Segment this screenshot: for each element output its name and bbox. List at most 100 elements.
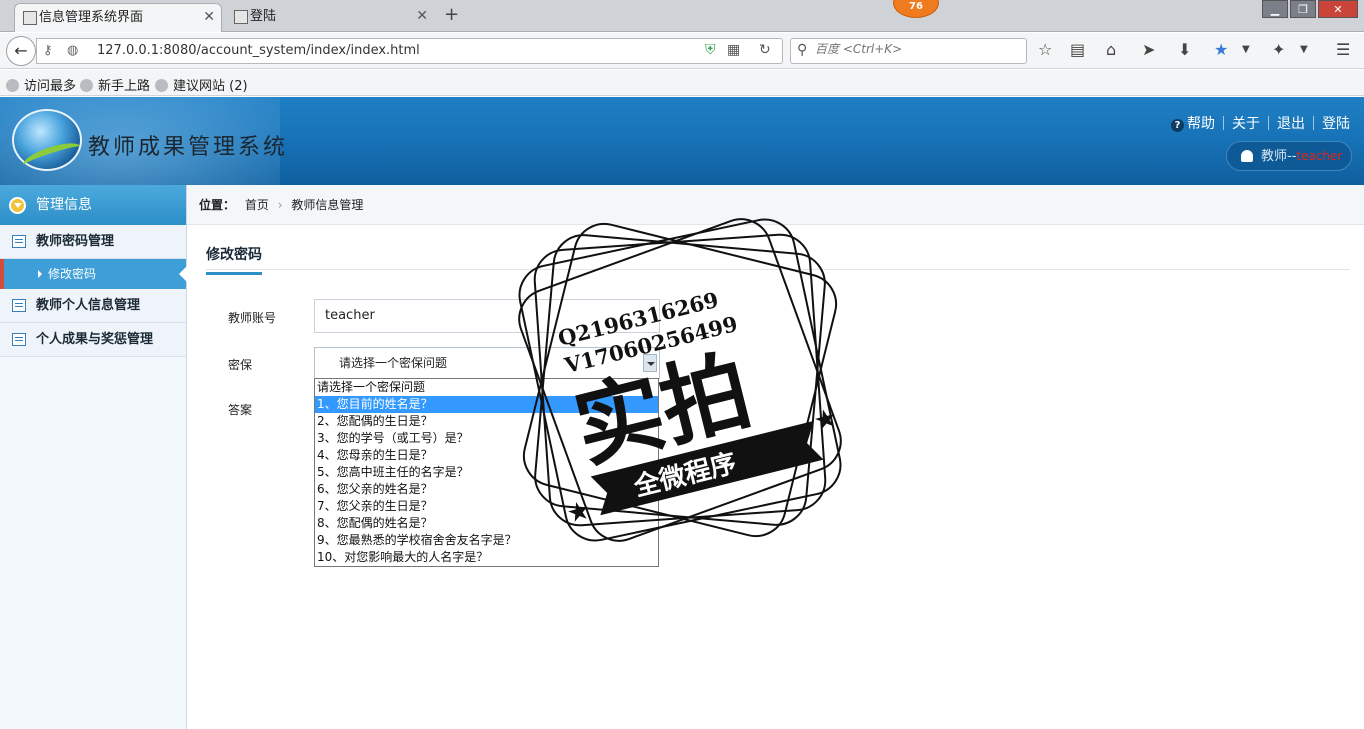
app-logo [12, 109, 84, 174]
new-tab-button[interactable]: + [444, 4, 459, 25]
chevron-right-icon: › [277, 198, 283, 212]
page-favicon-icon [234, 10, 248, 24]
sidebar-item-personal-info[interactable]: 教师个人信息管理 [0, 289, 186, 323]
shield-icon[interactable]: ⛨ [705, 42, 716, 58]
breadcrumb-prefix: 位置： [199, 198, 236, 212]
qr-code-icon[interactable]: ▦ [727, 42, 740, 58]
download-icon[interactable]: ⬇ [1178, 40, 1191, 59]
address-bar[interactable]: ⚷ ◍ 127.0.0.1:8080/account_system/index/… [36, 38, 783, 64]
notification-badge[interactable]: 76 [893, 0, 939, 18]
window-close-icon[interactable]: ✕ [1318, 0, 1358, 18]
dropdown-option[interactable]: 2、您配偶的生日是？ [315, 413, 658, 430]
select-value: 请选择一个密保问题 [339, 356, 448, 370]
logout-link[interactable]: 退出 [1277, 116, 1305, 132]
addon-icon[interactable]: ✦ [1272, 40, 1285, 59]
security-question-select[interactable]: 请选择一个密保问题 [314, 347, 660, 379]
security-label: 密保 [228, 358, 253, 372]
breadcrumb-current: 教师信息管理 [291, 198, 364, 212]
login-link[interactable]: 登陆 [1322, 116, 1350, 132]
list-icon [12, 299, 26, 312]
search-icon: ⚲ [797, 42, 808, 58]
bookmarks-bar: 访问最多 新手上路 建议网站 (2) [0, 70, 1364, 96]
tab-change-password[interactable]: 修改密码 [206, 244, 262, 275]
answer-label: 答案 [228, 403, 253, 417]
browser-tab-strip: 信息管理系统界面 ✕ 登陆 ✕ + 76 ▁ ❐ ✕ [0, 0, 1364, 32]
star-icon: ★ [811, 403, 841, 438]
bookmark-most-visited[interactable]: 访问最多 [6, 75, 76, 94]
menu-icon[interactable]: ☰ [1336, 40, 1350, 59]
user-name: teacher [1296, 149, 1343, 163]
sidebar-title: 管理信息 [36, 197, 92, 213]
dropdown-arrow-icon[interactable] [643, 354, 657, 372]
back-button[interactable]: ← [6, 36, 36, 66]
chevron-down-icon [9, 197, 26, 214]
dropdown-option[interactable]: 10、对您影响最大的人名字是？ [315, 549, 658, 566]
dropdown-option[interactable]: 4、您母亲的生日是？ [315, 447, 658, 464]
dropdown-option[interactable]: 1、您目前的姓名是？ [315, 396, 658, 413]
globe-icon [155, 79, 168, 92]
bookmark-getting-started[interactable]: 新手上路 [80, 75, 150, 94]
about-link[interactable]: 关于 [1232, 116, 1260, 132]
globe-icon [80, 79, 93, 92]
dropdown-option[interactable]: 6、您父亲的姓名是？ [315, 481, 658, 498]
tab-label: 信息管理系统界面 [39, 10, 144, 25]
url-text[interactable]: 127.0.0.1:8080/account_system/index/inde… [97, 43, 420, 58]
globe-icon: ◍ [67, 43, 79, 58]
bookmark-suggested-sites[interactable]: 建议网站 (2) [155, 75, 248, 94]
bookmark-star-icon[interactable]: ☆ [1038, 40, 1052, 59]
chevron-down-icon[interactable]: ▼ [1242, 44, 1250, 55]
security-question-dropdown: 请选择一个密保问题 1、您目前的姓名是？ 2、您配偶的生日是？ 3、您的学号（或工号）… [314, 378, 659, 567]
user-role: 教师-- [1261, 149, 1297, 164]
chevron-down-icon[interactable]: ▼ [1300, 44, 1308, 55]
dropdown-option[interactable]: 9、您最熟悉的学校宿舍舍友名字是？ [315, 532, 658, 549]
sidebar-item-change-password[interactable]: 修改密码 [0, 259, 187, 289]
sidebar-item-password-management[interactable]: 教师密码管理 [0, 225, 186, 259]
home-icon[interactable]: ⌂ [1106, 40, 1116, 59]
tab-label: 登陆 [250, 9, 277, 24]
divider [206, 269, 1350, 270]
user-icon [1241, 150, 1253, 162]
reading-list-icon[interactable]: ▤ [1070, 40, 1085, 59]
sidebar-item-label: 个人成果与奖惩管理 [36, 332, 154, 347]
sidebar: 管理信息 教师密码管理 修改密码 教师个人信息管理 个人成果与奖惩管理 [0, 185, 187, 729]
breadcrumb-home[interactable]: 首页 [245, 198, 269, 212]
dropdown-option[interactable]: 5、您高中班主任的名字是？ [315, 464, 658, 481]
breadcrumb: 位置： 首页 › 教师信息管理 [187, 185, 1364, 225]
sidebar-header[interactable]: 管理信息 [0, 185, 186, 225]
sidebar-item-achievements[interactable]: 个人成果与奖惩管理 [0, 323, 186, 357]
dropdown-option[interactable]: 8、您配偶的姓名是？ [315, 515, 658, 532]
account-label: 教师账号 [228, 311, 277, 325]
sidebar-item-label: 教师个人信息管理 [36, 298, 141, 313]
maximize-icon[interactable]: ❐ [1290, 0, 1316, 18]
page-favicon-icon [23, 11, 37, 25]
list-icon [12, 235, 26, 248]
dropdown-option[interactable]: 请选择一个密保问题 [315, 379, 658, 396]
close-tab-icon[interactable]: ✕ [203, 4, 215, 31]
dropdown-option[interactable]: 3、您的学号（或工号）是？ [315, 430, 658, 447]
user-badge[interactable]: 教师--teacher [1226, 141, 1352, 171]
extension-icon[interactable]: ★ [1214, 40, 1228, 59]
help-icon: ? [1171, 119, 1184, 132]
caret-right-icon [38, 270, 42, 278]
search-input[interactable] [815, 42, 1015, 56]
send-icon[interactable]: ➤ [1142, 40, 1155, 59]
tab-inactive[interactable]: 登陆 ✕ [226, 3, 434, 32]
app-header: 教师成果管理系统 ? 帮助 关于 退出 登陆 教师--teacher [0, 97, 1364, 185]
window-controls: ▁ ❐ ✕ [1262, 0, 1358, 18]
close-tab-icon[interactable]: ✕ [416, 3, 428, 30]
sidebar-item-label: 教师密码管理 [36, 234, 115, 249]
key-icon: ⚷ [43, 43, 53, 58]
header-links: ? 帮助 关于 退出 登陆 [1171, 113, 1350, 133]
dropdown-option[interactable]: 7、您父亲的生日是？ [315, 498, 658, 515]
minimize-icon[interactable]: ▁ [1262, 0, 1288, 18]
help-link[interactable]: 帮助 [1187, 116, 1215, 132]
app-title: 教师成果管理系统 [88, 135, 289, 160]
bookmark-icon [6, 79, 19, 92]
browser-navbar: ← ⚷ ◍ 127.0.0.1:8080/account_system/inde… [0, 33, 1364, 69]
search-box[interactable]: ⚲ [790, 38, 1027, 64]
tab-active[interactable]: 信息管理系统界面 ✕ [14, 3, 222, 32]
account-field[interactable]: teacher [314, 299, 660, 333]
sidebar-item-label: 修改密码 [48, 267, 97, 281]
calendar-icon [12, 333, 26, 346]
reload-icon[interactable]: ↻ [759, 42, 771, 58]
